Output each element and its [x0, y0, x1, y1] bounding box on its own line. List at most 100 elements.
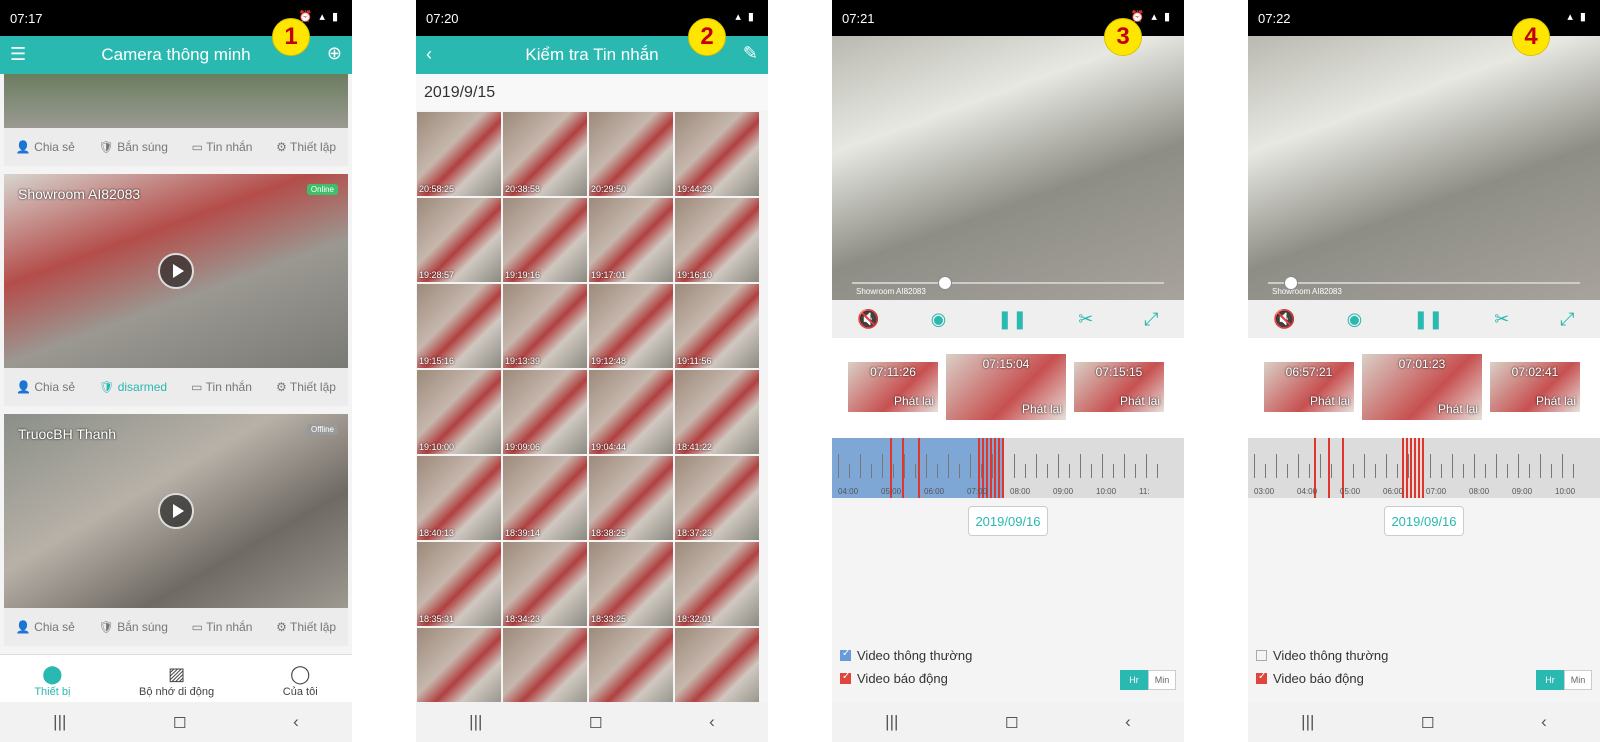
tab-devices[interactable]: ⬤ Thiết bị: [34, 664, 70, 698]
camera-card-preview[interactable]: [4, 74, 348, 128]
home-icon[interactable]: ◻: [173, 712, 187, 732]
event-thumbnail[interactable]: 18:34:23: [503, 542, 587, 626]
minute-button[interactable]: Min: [1564, 670, 1592, 690]
message-button[interactable]: ▭ Tin nhắn: [192, 620, 253, 634]
play-icon[interactable]: [158, 253, 194, 289]
message-button[interactable]: ▭ Tin nhắn: [191, 380, 252, 394]
home-icon[interactable]: ◻: [1421, 712, 1435, 732]
date-picker-button[interactable]: 2019/09/16: [968, 506, 1048, 536]
timeline[interactable]: 03:00 04:00 05:00 06:00 07:00 08:00 09:00 10:00: [1248, 438, 1600, 498]
settings-button[interactable]: ⚙ Thiết lập: [276, 380, 336, 394]
event-thumbnail[interactable]: 19:15:16: [417, 284, 501, 368]
pause-icon[interactable]: ❚❚: [1413, 309, 1443, 330]
scissors-icon[interactable]: ✂: [1494, 309, 1509, 330]
back-icon[interactable]: ‹: [293, 712, 299, 732]
legend-normal[interactable]: Video thông thường: [1256, 648, 1388, 663]
progress-track[interactable]: [852, 282, 1164, 284]
checkbox-alarm[interactable]: [1256, 671, 1267, 684]
event-thumbnail[interactable]: 18:40:13: [417, 456, 501, 540]
settings-button[interactable]: ⚙ Thiết lập: [276, 620, 336, 634]
legend-normal[interactable]: Video thông thường: [840, 648, 972, 663]
event-thumbnail[interactable]: 18:35:31: [417, 542, 501, 626]
camera-snapshot-icon[interactable]: ◉: [1347, 309, 1363, 330]
mute-icon[interactable]: 🔇: [1273, 309, 1295, 330]
progress-knob[interactable]: [938, 276, 952, 290]
event-thumbnail[interactable]: [503, 628, 587, 712]
hour-button[interactable]: Hr: [1536, 670, 1564, 690]
tab-mobile-storage[interactable]: ▨ Bộ nhớ di động: [139, 664, 214, 698]
clip-item[interactable]: 07:11:26 Phát lại: [848, 362, 938, 412]
event-thumbnail[interactable]: [417, 628, 501, 712]
disarmed-button[interactable]: 🛡 disarmed: [99, 380, 167, 394]
message-button[interactable]: ▭ Tin nhắn: [192, 140, 253, 154]
play-icon[interactable]: [158, 493, 194, 529]
event-thumbnail[interactable]: 19:09:06: [503, 370, 587, 454]
camera-snapshot-icon[interactable]: ◉: [931, 309, 947, 330]
share-button[interactable]: 👤 Chia sẻ: [16, 140, 75, 154]
recents-icon[interactable]: |||: [1301, 712, 1314, 732]
event-thumbnail[interactable]: 19:17:01: [589, 198, 673, 282]
event-thumbnail[interactable]: 18:37:23: [675, 456, 759, 540]
back-icon[interactable]: ‹: [709, 712, 715, 732]
event-thumbnail[interactable]: 19:28:57: [417, 198, 501, 282]
video-player[interactable]: Showroom AI82083: [1248, 36, 1600, 300]
recents-icon[interactable]: |||: [885, 712, 898, 732]
clip-item[interactable]: 06:57:21 Phát lại: [1264, 362, 1354, 412]
event-thumbnail[interactable]: 19:10:00: [417, 370, 501, 454]
event-thumbnail[interactable]: 18:33:25: [589, 542, 673, 626]
edit-icon[interactable]: ✎: [743, 43, 758, 64]
event-thumbnail[interactable]: 18:39:14: [503, 456, 587, 540]
event-thumbnail[interactable]: 18:32:01: [675, 542, 759, 626]
event-thumbnail[interactable]: 19:12:48: [589, 284, 673, 368]
menu-icon[interactable]: ☰: [10, 44, 26, 65]
hour-button[interactable]: Hr: [1120, 670, 1148, 690]
settings-button[interactable]: ⚙ Thiết lập: [276, 140, 336, 154]
event-thumbnail[interactable]: [675, 628, 759, 712]
shoot-button[interactable]: 🛡 Bắn súng: [99, 140, 168, 154]
tab-profile[interactable]: ◯ Của tôi: [283, 664, 318, 698]
date-picker-button[interactable]: 2019/09/16: [1384, 506, 1464, 536]
pause-icon[interactable]: ❚❚: [997, 309, 1027, 330]
timeline[interactable]: 04:00 05:00 06:00 07:00 08:00 09:00 10:00 11:: [832, 438, 1184, 498]
fullscreen-icon[interactable]: ⤢: [1560, 309, 1574, 330]
event-thumbnail[interactable]: 18:38:25: [589, 456, 673, 540]
checkbox-normal[interactable]: [840, 648, 851, 661]
home-icon[interactable]: ◻: [589, 712, 603, 732]
checkbox-alarm[interactable]: [840, 671, 851, 684]
shoot-button[interactable]: 🛡 Bắn súng: [99, 620, 168, 634]
progress-knob[interactable]: [1284, 276, 1298, 290]
event-thumbnail[interactable]: 19:19:16: [503, 198, 587, 282]
event-thumbnail[interactable]: 19:44:29: [675, 112, 759, 196]
camera-card-showroom[interactable]: Showroom AI82083 Online: [4, 174, 348, 368]
event-thumbnail[interactable]: 20:58:25: [417, 112, 501, 196]
home-icon[interactable]: ◻: [1005, 712, 1019, 732]
checkbox-normal[interactable]: [1256, 650, 1267, 661]
mute-icon[interactable]: 🔇: [857, 309, 879, 330]
fullscreen-icon[interactable]: ⤢: [1144, 309, 1158, 330]
back-icon[interactable]: ‹: [1541, 712, 1547, 732]
clip-item[interactable]: 07:02:41 Phát lại: [1490, 362, 1580, 412]
event-thumbnail[interactable]: 19:04:44: [589, 370, 673, 454]
recents-icon[interactable]: |||: [469, 712, 482, 732]
add-icon[interactable]: ⊕: [327, 43, 342, 64]
clip-item-active[interactable]: 07:01:23 Phát lại: [1362, 354, 1482, 420]
legend-alarm[interactable]: Video báo động: [1256, 671, 1388, 686]
event-thumbnail[interactable]: 19:11:56: [675, 284, 759, 368]
clip-item-active[interactable]: 07:15:04 Phát lại: [946, 354, 1066, 420]
event-thumbnail[interactable]: 20:29:50: [589, 112, 673, 196]
event-thumbnail[interactable]: 18:41:22: [675, 370, 759, 454]
share-button[interactable]: 👤 Chia sẻ: [16, 620, 75, 634]
video-player[interactable]: Showroom AI82083: [832, 36, 1184, 300]
event-thumbnail[interactable]: 19:13:39: [503, 284, 587, 368]
scissors-icon[interactable]: ✂: [1078, 309, 1093, 330]
event-thumbnail[interactable]: [589, 628, 673, 712]
clip-item[interactable]: 07:15:15 Phát lại: [1074, 362, 1164, 412]
progress-track[interactable]: [1268, 282, 1580, 284]
share-button[interactable]: 👤 Chia sẻ: [16, 380, 75, 394]
back-icon[interactable]: ‹: [1125, 712, 1131, 732]
camera-card-street[interactable]: TruocBH Thanh Offline: [4, 414, 348, 608]
back-arrow-icon[interactable]: ‹: [426, 44, 432, 65]
legend-alarm[interactable]: Video báo động: [840, 671, 972, 686]
minute-button[interactable]: Min: [1148, 670, 1176, 690]
event-thumbnail[interactable]: 19:16:10: [675, 198, 759, 282]
